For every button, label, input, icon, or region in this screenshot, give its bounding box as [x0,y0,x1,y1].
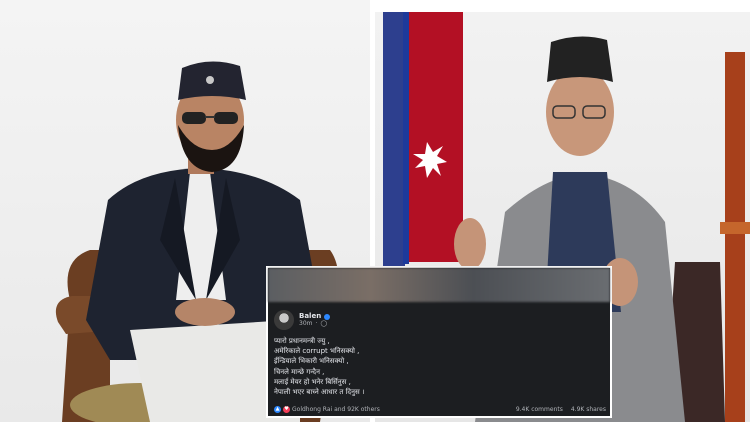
verified-badge-icon [324,313,331,320]
post-line: प्यारो प्रधानमन्त्री ज्यु , [274,337,330,345]
facebook-post-card: Balen 30m · ◯ प्यारो प्रधानमन्त्री ज्यु … [266,266,612,418]
author-avatar[interactable] [274,310,294,330]
like-reaction-icon: ▲ [274,405,281,413]
love-reaction-icon: ♥ [283,405,290,413]
post-line: अमेरिकाले corrupt भनिसक्यो , [274,347,360,356]
post-time[interactable]: 30m [299,320,312,328]
reactions-summary[interactable]: ▲ ♥ Goldhong Rai and 92K others [274,405,380,413]
post-footer: ▲ ♥ Goldhong Rai and 92K others 9.4K com… [274,403,606,415]
post-text: प्यारो प्रधानमन्त्री ज्यु , अमेरिकाले co… [274,336,365,397]
blurred-header-strip [268,268,610,302]
post-line: चिनले मान्छे गन्दैन , [274,367,325,376]
comments-count[interactable]: 9.4K comments [516,406,563,413]
post-line: नेपाली भएर बाच्ने आधार त दिनुस । [274,388,365,397]
dot-separator: · [315,319,318,327]
post-line: ईन्डियाले भिकारी भनिसक्यो , [274,357,349,366]
post-header: Balen 30m · ◯ [274,308,331,332]
post-line: मलाई मेयर हो भनेर बिर्सिनुस , [274,377,351,386]
reactions-text: Goldhong Rai and 92K others [292,405,380,413]
globe-icon: ◯ [320,319,328,327]
shares-count[interactable]: 4.9K shares [571,406,606,413]
